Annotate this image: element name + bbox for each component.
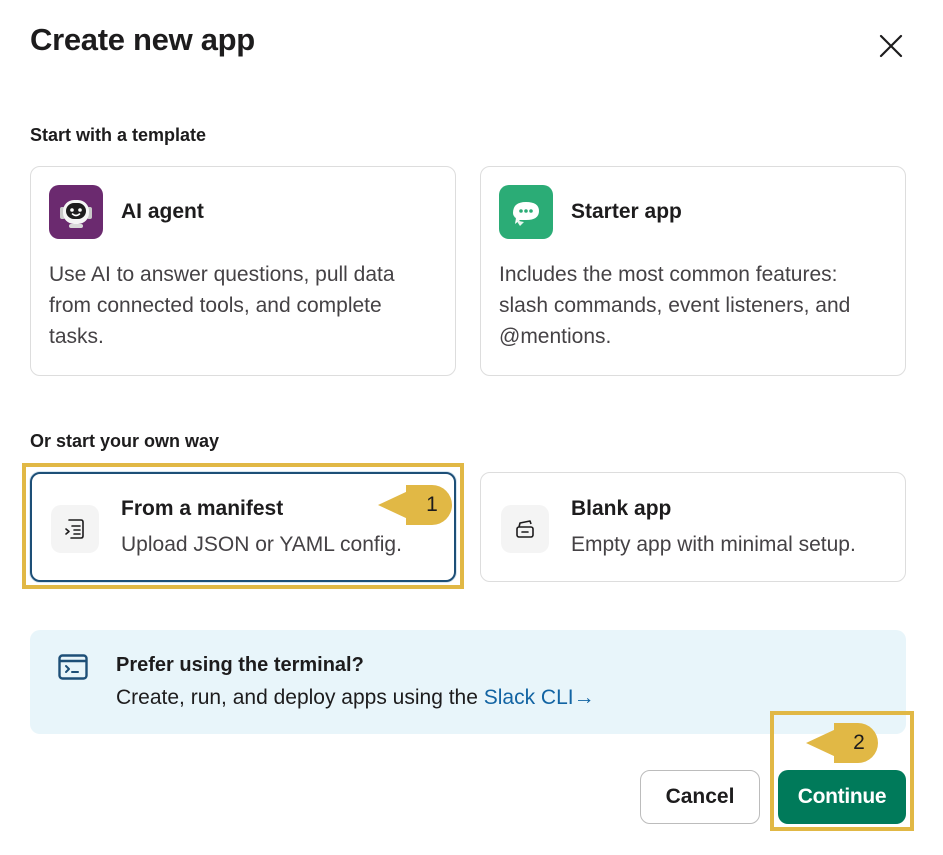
template-card-header: Starter app [499, 185, 682, 239]
close-button[interactable] [872, 27, 910, 65]
chat-bubble-icon [499, 185, 553, 239]
annotation-step-number: 1 [406, 485, 452, 525]
terminal-banner-description: Create, run, and deploy apps using the [116, 686, 484, 709]
arrow-right-icon: → [573, 686, 595, 709]
own-way-section-label: Or start your own way [30, 431, 220, 451]
terminal-banner-title: Prefer using the terminal? [116, 654, 364, 676]
slack-cli-link-label: Slack CLI [483, 686, 574, 709]
manifest-icon [51, 505, 99, 553]
template-card-starter-app[interactable]: Starter app Includes the most common fea… [480, 166, 906, 376]
option-card-title: Blank app [571, 497, 672, 520]
create-app-dialog: Create new app Start with a template AI … [0, 0, 943, 855]
cancel-button[interactable]: Cancel [640, 770, 760, 824]
template-card-description: Includes the most common features: slash… [499, 263, 851, 348]
terminal-banner: Prefer using the terminal? Create, run, … [30, 630, 906, 734]
option-card-title: From a manifest [121, 497, 284, 520]
robot-icon [49, 185, 103, 239]
dialog-title: Create new app [30, 22, 255, 57]
slack-cli-link[interactable]: Slack CLI→ [484, 686, 595, 709]
template-card-title: AI agent [121, 200, 204, 223]
continue-button[interactable]: Continue [778, 770, 906, 824]
template-card-ai-agent[interactable]: AI agent Use AI to answer questions, pul… [30, 166, 456, 376]
annotation-callout-1: 1 [378, 485, 452, 525]
template-section-label: Start with a template [30, 125, 207, 145]
template-card-description: Use AI to answer questions, pull data fr… [49, 263, 395, 348]
option-card-description: Upload JSON or YAML config. [121, 533, 402, 556]
annotation-step-number: 2 [834, 723, 878, 763]
terminal-icon [58, 654, 88, 685]
option-card-description: Empty app with minimal setup. [571, 533, 856, 556]
terminal-banner-text: Create, run, and deploy apps using the S… [116, 686, 595, 710]
option-card-blank-app[interactable]: Blank app Empty app with minimal setup. [480, 472, 906, 582]
template-card-header: AI agent [49, 185, 204, 239]
template-card-title: Starter app [571, 200, 682, 223]
close-icon [879, 34, 903, 58]
annotation-callout-2: 2 [806, 723, 878, 763]
blank-app-icon [501, 505, 549, 553]
